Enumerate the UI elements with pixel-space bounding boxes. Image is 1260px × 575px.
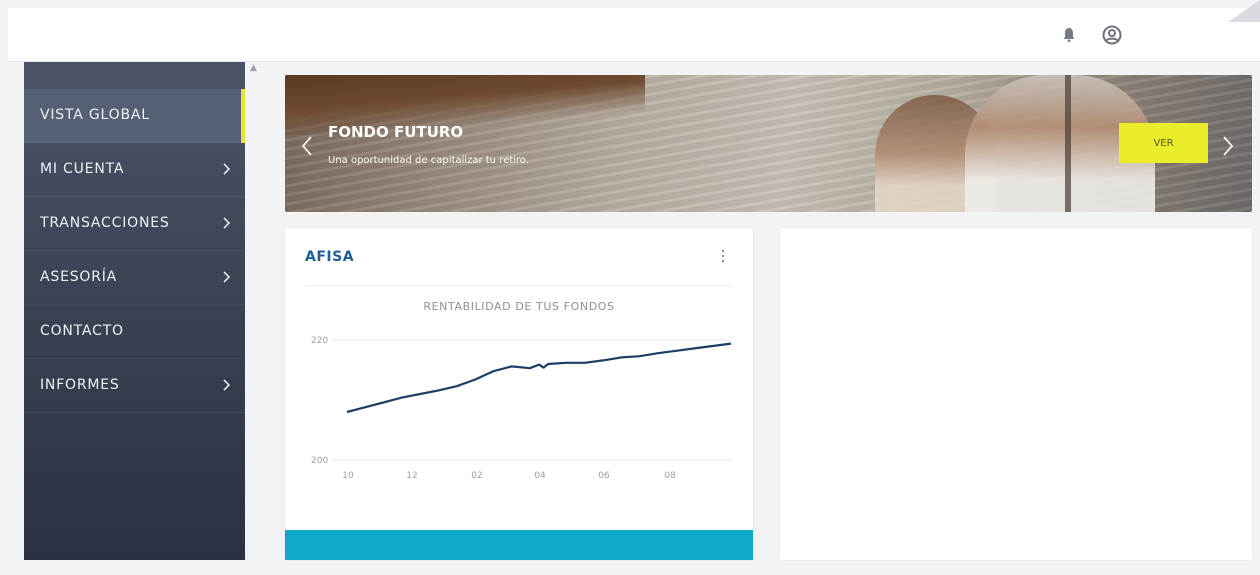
sidebar-item-informes[interactable]: INFORMES [24, 359, 245, 413]
x-tick-label: 12 [406, 471, 417, 481]
sidebar-item-mi-cuenta[interactable]: MI CUENTA [24, 143, 245, 197]
y-tick-label: 200 [311, 456, 328, 466]
corner-decoration [1228, 0, 1260, 22]
series-line [346, 342, 732, 414]
afisa-card: AFISA RENTABILIDAD DE TUS FONDOS 220 200 10… [285, 228, 753, 560]
sidebar-item-contacto[interactable]: CONTACTO [24, 305, 245, 359]
ver-button[interactable]: VER [1119, 123, 1208, 163]
chart-title: RENTABILIDAD DE TUS FONDOS [423, 300, 614, 313]
sidebar-item-asesoria[interactable]: ASESORÍA [24, 251, 245, 305]
sidebar-item-label: TRANSACCIONES [40, 215, 170, 231]
right-panel [780, 228, 1252, 560]
more-vertical-icon[interactable] [720, 248, 726, 264]
chevron-right-icon [223, 271, 231, 283]
sidebar-item-label: ASESORÍA [40, 269, 118, 285]
x-tick-label: 08 [664, 471, 676, 481]
sidebar-item-transacciones[interactable]: TRANSACCIONES [24, 197, 245, 251]
banner-mast [1065, 75, 1071, 212]
banner-title: FONDO FUTURO [328, 123, 464, 141]
sidebar-item-label: CONTACTO [40, 323, 124, 339]
card-footer-bar [285, 530, 753, 560]
top-bar [8, 8, 1260, 62]
sidebar-item-label: VISTA GLOBAL [40, 107, 150, 123]
x-tick-label: 06 [598, 471, 610, 481]
chevron-right-icon [223, 163, 231, 175]
user-circle-icon[interactable] [1101, 24, 1123, 46]
chevron-right-icon[interactable] [1222, 135, 1234, 157]
y-tick-label: 220 [311, 336, 328, 346]
sidebar-item-vista-global[interactable]: VISTA GLOBAL [24, 89, 245, 143]
sidebar-item-label: INFORMES [40, 377, 120, 393]
x-tick-label: 10 [342, 471, 354, 481]
chevron-right-icon [223, 217, 231, 229]
sidebar-item-label: MI CUENTA [40, 161, 125, 177]
card-divider [305, 285, 731, 286]
x-tick-label: 02 [471, 471, 482, 481]
banner-subtitle: Una oportunidad de capitalizar tu retiro… [328, 155, 529, 166]
sidebar: VISTA GLOBAL MI CUENTA TRANSACCIONES ASE… [24, 62, 245, 560]
promo-banner: FONDO FUTURO Una oportunidad de capitali… [285, 75, 1252, 212]
bell-icon[interactable] [1058, 24, 1080, 46]
x-tick-label: 04 [534, 471, 546, 481]
returns-line-chart: RENTABILIDAD DE TUS FONDOS 220 200 10 12 02 04… [311, 300, 732, 481]
chevron-right-icon [223, 379, 231, 391]
card-title: AFISA [305, 249, 355, 265]
chevron-left-icon[interactable] [301, 135, 313, 157]
scroll-up-caret-icon[interactable]: ▲ [250, 63, 257, 73]
